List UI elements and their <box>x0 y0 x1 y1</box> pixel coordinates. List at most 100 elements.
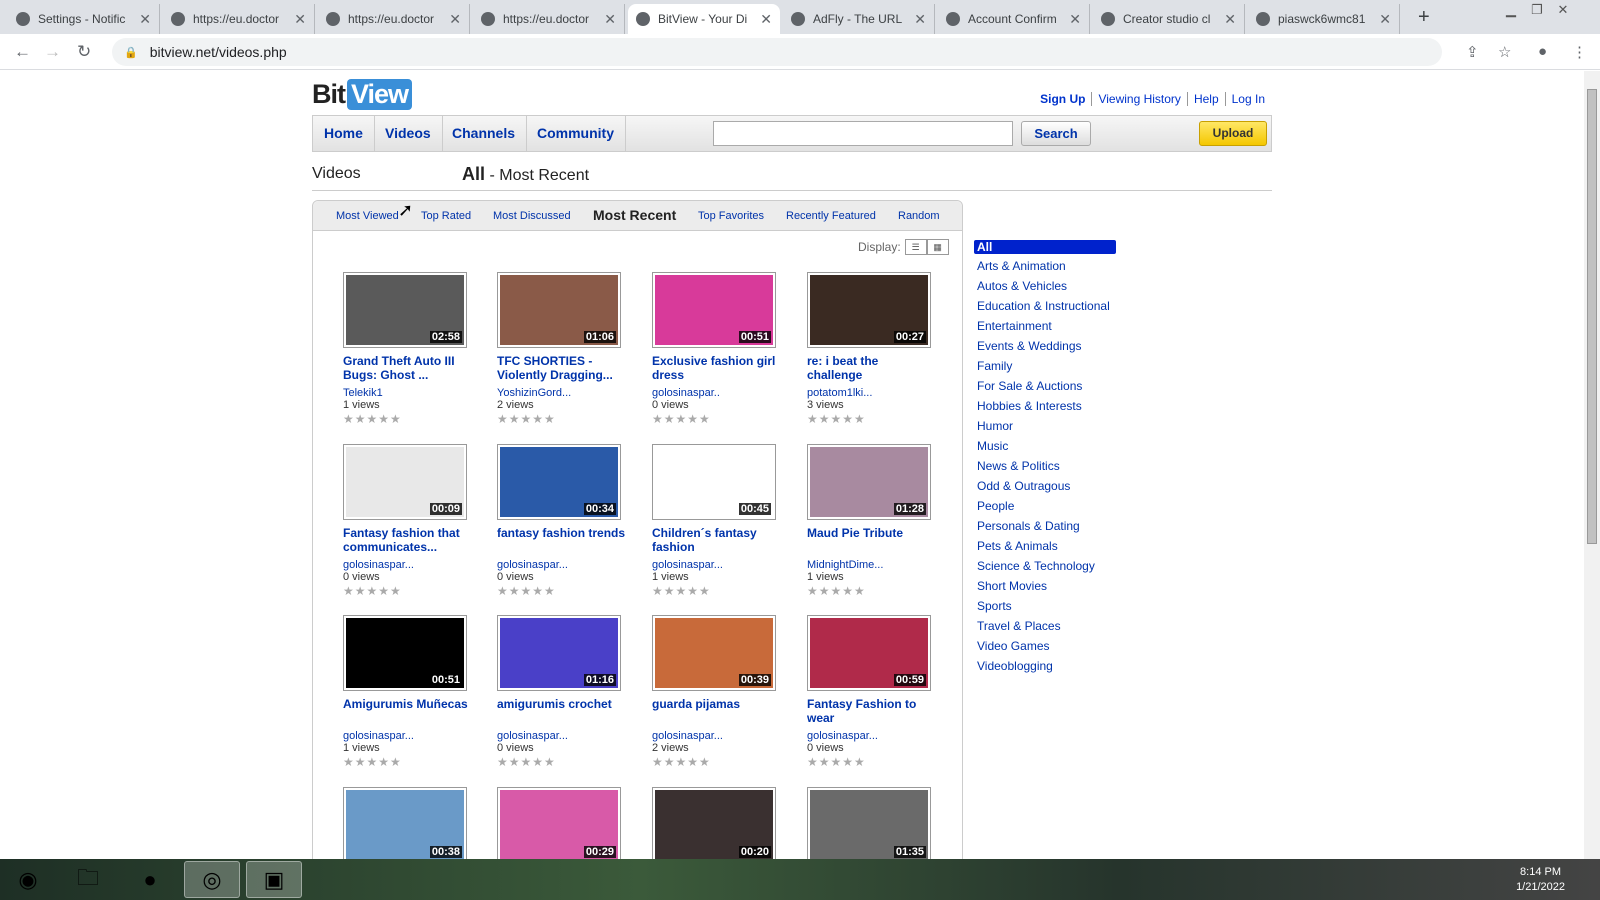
close-tab-icon[interactable]: ✕ <box>449 11 461 28</box>
close-tab-icon[interactable]: ✕ <box>294 11 306 28</box>
video-thumbnail[interactable]: 01:28 <box>807 444 931 520</box>
nav-channels[interactable]: Channels <box>441 116 528 151</box>
category-all[interactable]: All <box>974 240 1116 254</box>
close-tab-icon[interactable]: ✕ <box>604 11 616 28</box>
video-thumbnail[interactable]: 00:34 <box>497 444 621 520</box>
scrollbar-thumb[interactable] <box>1587 89 1597 544</box>
category-item[interactable]: Arts & Animation <box>974 256 1116 276</box>
category-item[interactable]: Entertainment <box>974 316 1116 336</box>
close-tab-icon[interactable]: ✕ <box>914 11 926 28</box>
grid-view-icon[interactable]: ▦ <box>926 239 949 255</box>
video-title[interactable]: TFC SHORTIES - Violently Dragging... <box>497 354 627 384</box>
close-tab-icon[interactable]: ✕ <box>1224 11 1236 28</box>
share-icon[interactable]: ⇪ <box>1466 43 1479 61</box>
category-item[interactable]: Pets & Animals <box>974 536 1116 556</box>
category-item[interactable]: Videoblogging <box>974 656 1116 676</box>
video-title[interactable]: Maud Pie Tribute <box>807 526 937 556</box>
browser-tab[interactable]: Settings - Notific ✕ <box>8 4 160 34</box>
category-item[interactable]: Hobbies & Interests <box>974 396 1116 416</box>
sign-up-link[interactable]: Sign Up <box>1034 92 1091 106</box>
close-tab-icon[interactable]: ✕ <box>1379 11 1391 28</box>
category-item[interactable]: People <box>974 496 1116 516</box>
video-title[interactable]: guarda pijamas <box>652 697 782 727</box>
video-thumbnail[interactable]: 00:09 <box>343 444 467 520</box>
bookmark-star-icon[interactable]: ☆ <box>1498 43 1511 61</box>
video-thumbnail[interactable]: 00:51 <box>343 615 467 691</box>
firefox-icon[interactable]: ● <box>122 861 178 898</box>
video-title[interactable]: amigurumis crochet <box>497 697 627 727</box>
profile-icon[interactable]: ● <box>1538 43 1547 60</box>
category-item[interactable]: Education & Instructional <box>974 296 1116 316</box>
system-clock[interactable]: 8:14 PM 1/21/2022 <box>1516 865 1565 895</box>
category-item[interactable]: Humor <box>974 416 1116 436</box>
restore-icon[interactable]: ❐ <box>1526 2 1548 18</box>
video-thumbnail[interactable]: 02:58 <box>343 272 467 348</box>
page-scrollbar[interactable] <box>1584 71 1600 859</box>
category-item[interactable]: Music <box>974 436 1116 456</box>
nav-videos[interactable]: Videos <box>374 116 443 151</box>
category-item[interactable]: For Sale & Auctions <box>974 376 1116 396</box>
video-thumbnail[interactable]: 00:29 <box>497 787 621 859</box>
category-item[interactable]: Autos & Vehicles <box>974 276 1116 296</box>
video-thumbnail[interactable]: 00:39 <box>652 615 776 691</box>
video-title[interactable]: Exclusive fashion girl dress <box>652 354 782 384</box>
reload-icon[interactable]: ↻ <box>77 42 91 62</box>
video-thumbnail[interactable]: 01:06 <box>497 272 621 348</box>
url-field[interactable]: 🔒 bitview.net/videos.php <box>112 38 1442 66</box>
uploader-link[interactable]: YoshizinGord... <box>497 387 627 399</box>
viewing-history-link[interactable]: Viewing History <box>1091 92 1186 106</box>
video-thumbnail[interactable]: 00:59 <box>807 615 931 691</box>
log-in-link[interactable]: Log In <box>1224 92 1271 106</box>
help-link[interactable]: Help <box>1186 92 1225 106</box>
category-item[interactable]: Science & Technology <box>974 556 1116 576</box>
category-item[interactable]: Odd & Outragous <box>974 476 1116 496</box>
nav-home[interactable]: Home <box>313 116 375 151</box>
video-title[interactable]: fantasy fashion trends <box>497 526 627 556</box>
uploader-link[interactable]: golosinaspar... <box>652 730 782 742</box>
video-thumbnail[interactable]: 00:51 <box>652 272 776 348</box>
close-tab-icon[interactable]: ✕ <box>1069 11 1081 28</box>
video-title[interactable]: Amigurumis Muñecas <box>343 697 473 727</box>
video-thumbnail[interactable]: 00:20 <box>652 787 776 859</box>
category-item[interactable]: News & Politics <box>974 456 1116 476</box>
tab-random[interactable]: Random <box>898 210 940 222</box>
tab-recently-featured[interactable]: Recently Featured <box>786 210 876 222</box>
category-item[interactable]: Video Games <box>974 636 1116 656</box>
forward-icon[interactable]: → <box>44 42 61 62</box>
category-item[interactable]: Sports <box>974 596 1116 616</box>
tab-most-recent[interactable]: Most Recent <box>593 207 676 223</box>
close-tab-icon[interactable]: ✕ <box>760 11 772 28</box>
video-title[interactable]: Fantasy fashion that communicates... <box>343 526 473 556</box>
nav-community[interactable]: Community <box>526 116 626 151</box>
tab-top-favorites[interactable]: Top Favorites <box>698 210 764 222</box>
video-thumbnail[interactable]: 00:38 <box>343 787 467 859</box>
menu-icon[interactable]: ⋮ <box>1572 43 1587 61</box>
browser-tab[interactable]: https://eu.doctor ✕ <box>318 4 470 34</box>
file-explorer-icon[interactable]: 🗀 <box>60 861 116 898</box>
browser-tab[interactable]: BitView - Your Di ✕ <box>628 4 780 34</box>
close-window-icon[interactable]: ✕ <box>1552 2 1574 18</box>
list-view-icon[interactable]: ☰ <box>904 239 927 255</box>
category-item[interactable]: Personals & Dating <box>974 516 1116 536</box>
back-icon[interactable]: ← <box>14 42 31 62</box>
category-item[interactable]: Family <box>974 356 1116 376</box>
tab-most-discussed[interactable]: Most Discussed <box>493 210 571 222</box>
uploader-link[interactable]: MidnightDime... <box>807 559 937 571</box>
category-item[interactable]: Events & Weddings <box>974 336 1116 356</box>
uploader-link[interactable]: golosinaspar... <box>497 559 627 571</box>
tab-top-rated[interactable]: Top Rated <box>421 210 471 222</box>
uploader-link[interactable]: golosinaspar... <box>497 730 627 742</box>
search-button[interactable]: Search <box>1021 121 1091 146</box>
uploader-link[interactable]: potatom1lki... <box>807 387 937 399</box>
video-thumbnail[interactable]: 01:16 <box>497 615 621 691</box>
chrome-icon[interactable]: ◎ <box>184 861 240 898</box>
uploader-link[interactable]: golosinaspar... <box>652 559 782 571</box>
category-item[interactable]: Travel & Places <box>974 616 1116 636</box>
browser-tab[interactable]: Creator studio cl ✕ <box>1093 4 1245 34</box>
browser-tab[interactable]: https://eu.doctor ✕ <box>473 4 625 34</box>
uploader-link[interactable]: golosinaspar... <box>343 730 473 742</box>
close-tab-icon[interactable]: ✕ <box>139 11 151 28</box>
uploader-link[interactable]: golosinaspar.. <box>652 387 782 399</box>
video-title[interactable]: Children´s fantasy fashion <box>652 526 782 556</box>
category-item[interactable]: Short Movies <box>974 576 1116 596</box>
